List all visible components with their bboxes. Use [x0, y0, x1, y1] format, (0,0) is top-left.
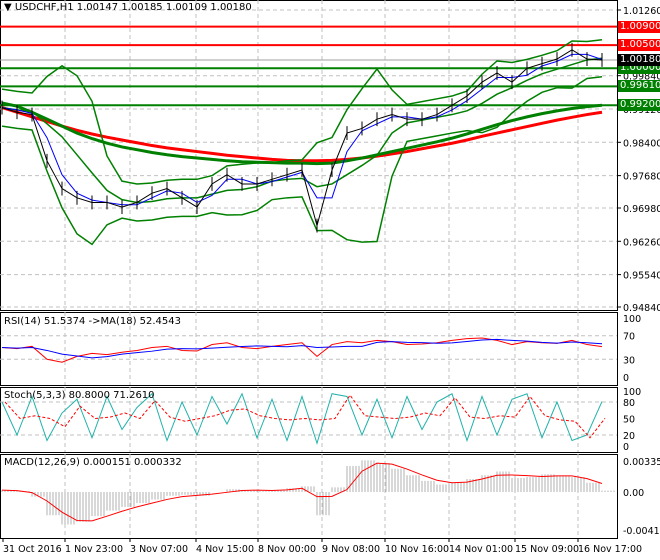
time-label: 1 Nov 23:00: [65, 544, 123, 555]
level-price-tag: 1.00900: [618, 20, 660, 33]
stoch-tick-label: 100: [623, 387, 641, 398]
stoch-tick-label: 50: [623, 415, 635, 426]
time-label: 8 Nov 00:00: [258, 544, 316, 555]
time-label: 31 Oct 2016: [3, 544, 62, 555]
symbol-label: USDCHF,H1: [14, 2, 74, 13]
price-tick-label: 0.96260: [623, 237, 660, 248]
rsi-tick-label: 0: [623, 373, 629, 384]
stoch-tick-label: 80: [623, 398, 635, 409]
close-value: 1.00180: [210, 2, 252, 13]
open-value: 1.00147: [76, 2, 119, 13]
rsi-title: RSI(14) 51.5374 ->MA(18) 52.4543: [4, 316, 181, 327]
time-label: 16 Nov 17:00: [578, 544, 642, 555]
rsi-tick-label: 30: [623, 355, 635, 366]
price-tick-label: 0.95540: [623, 271, 660, 282]
stoch-tick-label: 20: [623, 431, 635, 442]
price-tick-label: 0.98400: [623, 138, 660, 149]
time-label: 9 Nov 08:00: [322, 544, 380, 555]
time-label: 15 Nov 09:00: [515, 544, 579, 555]
trading-chart: 1.01260 0.98400 0.97680 0.96980 0.96260 0.955…: [0, 0, 660, 560]
rsi-ma-line: [1, 338, 603, 359]
stoch-main-line: [1, 392, 603, 445]
macd-tick-label: 0.00: [623, 488, 644, 499]
high-value: 1.00185: [121, 2, 163, 13]
time-label: 4 Nov 15:00: [196, 544, 254, 555]
price-tick-label: 0.96980: [623, 204, 660, 215]
rsi-tick-label: 100: [623, 314, 641, 325]
ma-red-line: [1, 106, 603, 163]
dropdown-triangle-icon[interactable]: ▼: [4, 2, 12, 13]
macd-tick-label: 0.00335: [623, 457, 660, 468]
time-label: 14 Nov 01:00: [449, 544, 513, 555]
level-price-tag: 1.00500: [618, 39, 660, 52]
price-tick-label: 0.94840: [623, 303, 660, 314]
time-label: 3 Nov 07:00: [130, 544, 188, 555]
level-price-tag: 0.99200: [618, 99, 660, 112]
stoch-title: Stoch(5,3,3) 80.8000 71.2610: [4, 390, 155, 401]
rsi-tick-label: 70: [623, 332, 635, 343]
level-price-tag: 0.99610: [618, 80, 660, 93]
macd-tick-label: -0.004101: [623, 526, 660, 537]
rsi-line: [1, 337, 603, 363]
price-tick-label: 0.97680: [623, 172, 660, 183]
panel-border: [0, 0, 618, 311]
stoch-tick-label: 0: [623, 442, 629, 453]
time-label: 10 Nov 16:00: [385, 544, 449, 555]
current-price-tag: 1.00180: [618, 53, 660, 66]
chart-header: ▼ USDCHF,H1 1.00147 1.00185 1.00109 1.00…: [4, 2, 252, 13]
chart-canvas[interactable]: 1.01260 0.98400 0.97680 0.96980 0.96260 0.955…: [0, 0, 660, 560]
low-value: 1.00109: [165, 2, 208, 13]
macd-title: MACD(12,26,9) 0.000151 0.000332: [4, 457, 182, 468]
price-tick-label: 1.01260: [623, 6, 660, 17]
